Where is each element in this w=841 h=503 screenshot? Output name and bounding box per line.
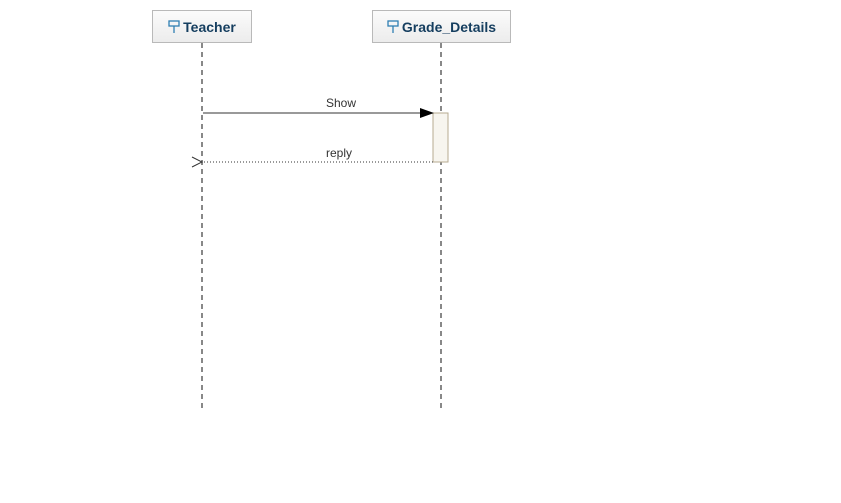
lifeline-grade-details-label: Grade_Details — [401, 18, 497, 35]
actor-pin-icon — [387, 19, 399, 33]
activation-bar[interactable] — [432, 112, 449, 163]
diagram-svg — [0, 43, 449, 410]
lifeline-grade-details-header[interactable]: Grade_Details — [372, 10, 511, 43]
message-reply-label: reply — [325, 146, 353, 160]
actor-pin-icon — [168, 19, 180, 33]
sequence-diagram: Teacher Grade_Details Show reply — [0, 0, 841, 503]
lifeline-teacher-header[interactable]: Teacher — [152, 10, 252, 43]
message-show-label: Show — [325, 96, 357, 110]
lifeline-teacher-label: Teacher — [183, 18, 236, 35]
